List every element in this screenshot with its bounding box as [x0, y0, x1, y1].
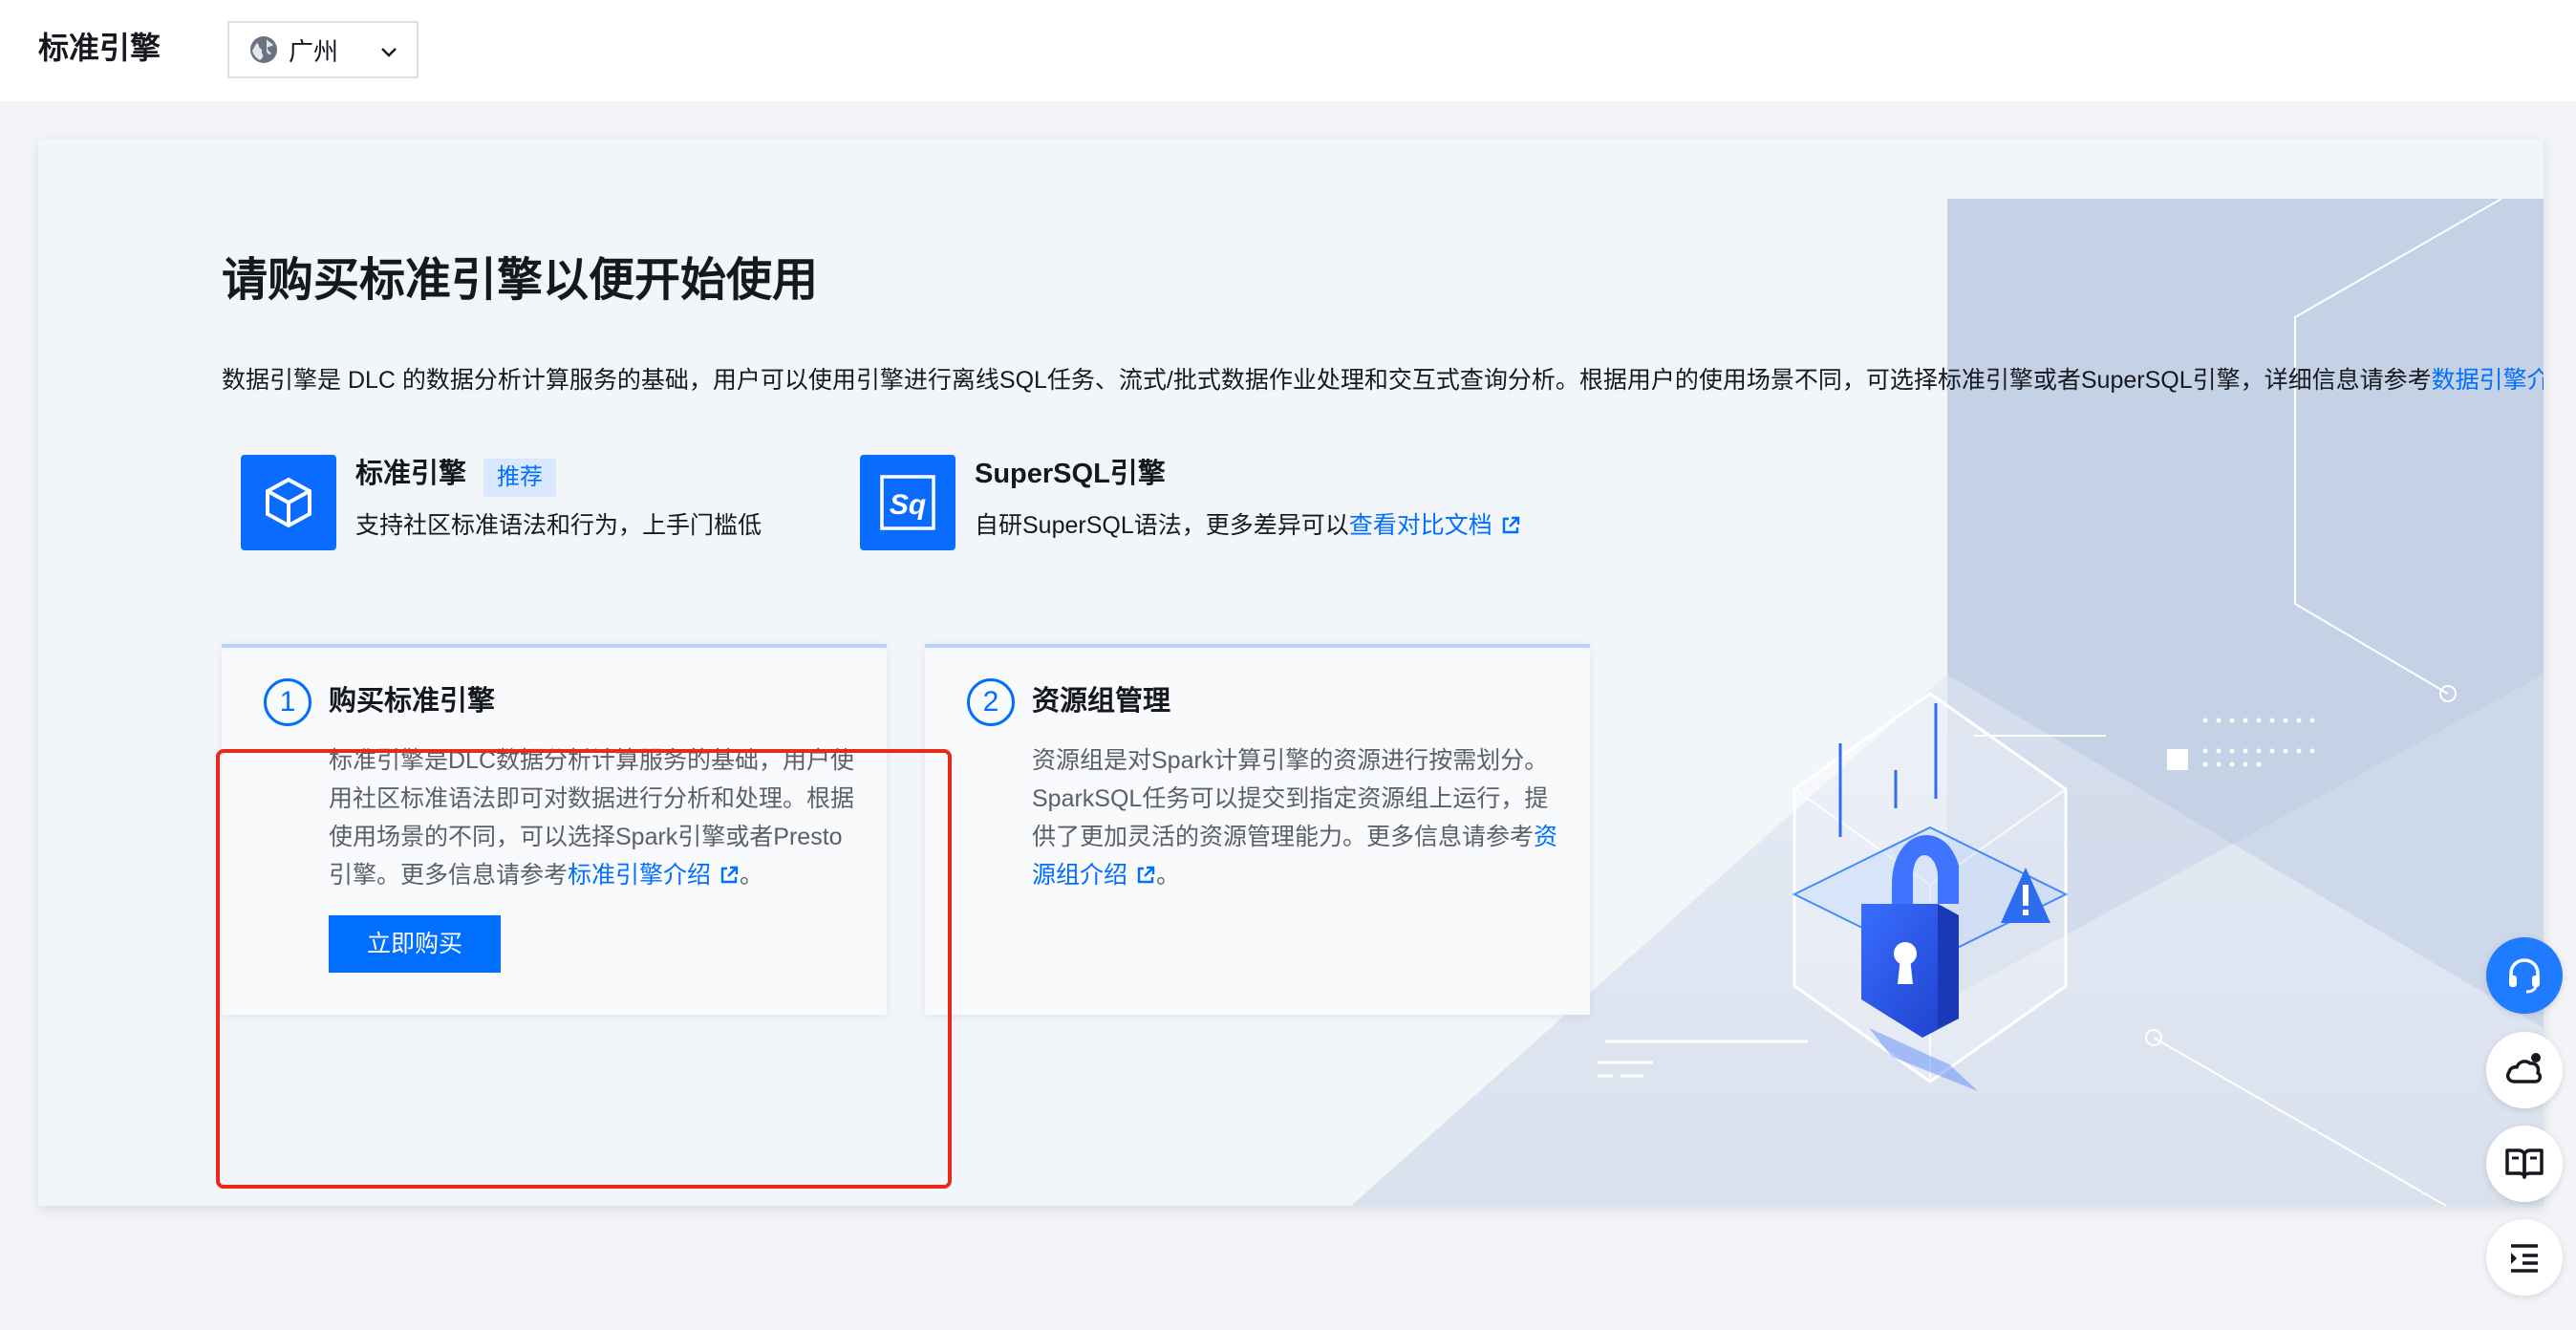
supersql-engine-intro: Sq SuperSQL引擎 自研SuperSQL语法，更多差异可以查看对比文档: [860, 455, 1624, 550]
top-bar: 标准引擎 广州: [0, 0, 2576, 101]
book-icon: [2505, 1148, 2544, 1179]
supersql-engine-name: SuperSQL引擎: [975, 459, 1166, 489]
headset-icon: [2509, 958, 2540, 994]
region-value: 广州: [289, 36, 339, 66]
highlight-box: [216, 749, 952, 1189]
standard-engine-intro: 标准引擎 推荐 支持社区标准语法和行为，上手门槛低: [241, 455, 814, 550]
compare-docs-link[interactable]: 查看对比文档: [1349, 512, 1521, 539]
customer-service-button[interactable]: [2486, 937, 2563, 1014]
step-card-resource-group: 2 资源组管理 资源组是对Spark计算引擎的资源进行按需划分。SparkSQL…: [925, 644, 1590, 1015]
region-select[interactable]: 广州: [227, 21, 419, 78]
recommended-badge: 推荐: [483, 459, 556, 497]
data-engine-intro-link[interactable]: 数据引擎介绍: [2432, 367, 2544, 394]
step-title: 资源组管理: [1032, 686, 1171, 717]
compare-docs-link-label: 查看对比文档: [1348, 512, 1492, 539]
step-number: 2: [967, 678, 1015, 726]
step-description: 资源组是对Spark计算引擎的资源进行按需划分。SparkSQL任务可以提交到指…: [1032, 741, 1563, 894]
main-card: 请购买标准引擎以便开始使用 数据引擎是 DLC 的数据分析计算服务的基础，用户可…: [38, 139, 2544, 1206]
collapse-panel-button[interactable]: [2486, 1219, 2563, 1296]
chevron-down-icon: [381, 48, 397, 57]
data-engine-intro-link-label: 数据引擎介绍: [2431, 367, 2544, 394]
globe-icon: [250, 36, 277, 63]
standard-engine-desc: 支持社区标准语法和行为，上手门槛低: [355, 512, 762, 539]
step-title: 购买标准引擎: [329, 686, 496, 717]
external-link-icon: [1137, 866, 1155, 884]
intro-body: 数据引擎是 DLC 的数据分析计算服务的基础，用户可以使用引擎进行离线SQL任务…: [222, 367, 2432, 394]
page-title: 请购买标准引擎以便开始使用: [222, 255, 819, 306]
svg-text:Sq: Sq: [890, 489, 926, 521]
supersql-desc-text: 自研SuperSQL语法，更多差异可以: [975, 512, 1349, 539]
intro-text: 数据引擎是 DLC 的数据分析计算服务的基础，用户可以使用引擎进行离线SQL任务…: [222, 363, 2544, 397]
step-number: 1: [264, 678, 311, 726]
docs-button[interactable]: [2486, 1126, 2563, 1202]
collapse-list-icon: [2511, 1244, 2538, 1273]
page-header-title: 标准引擎: [38, 31, 161, 65]
cloud-alert-button[interactable]: [2486, 1032, 2563, 1108]
sq-logo-icon: Sq: [860, 455, 955, 550]
step-description-suffix: 。: [1156, 862, 1181, 889]
cloud-alert-icon: [2505, 1053, 2543, 1083]
external-link-icon: [1502, 516, 1519, 534]
cube-icon: [241, 455, 336, 550]
standard-engine-name: 标准引擎: [355, 459, 467, 489]
step-description-text: 资源组是对Spark计算引擎的资源进行按需划分。SparkSQL任务可以提交到指…: [1032, 747, 1549, 850]
supersql-engine-desc: 自研SuperSQL语法，更多差异可以查看对比文档: [975, 508, 1521, 543]
